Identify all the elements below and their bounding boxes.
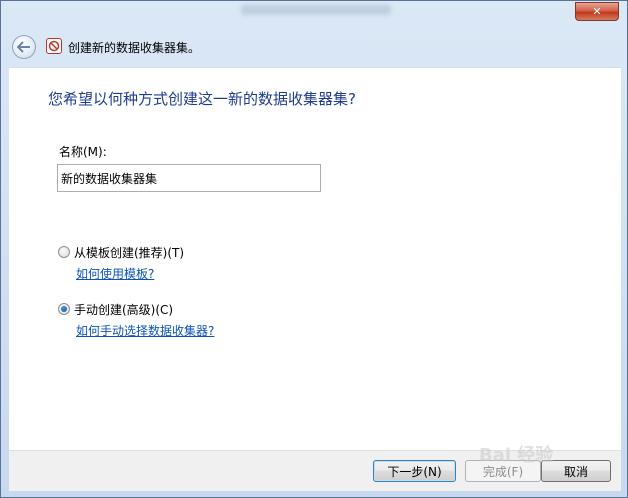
template-radio-label[interactable]: 从模板创建(推荐)(T) [74, 244, 184, 261]
next-button[interactable]: 下一步(N) [373, 460, 456, 482]
name-input[interactable] [57, 164, 321, 192]
manual-radio[interactable] [58, 303, 70, 315]
footer-bar: 下一步(N) 完成(F) 取消 [9, 450, 621, 491]
template-radio[interactable] [58, 246, 70, 258]
content-panel: 您希望以何种方式创建这一新的数据收集器集? 名称(M): 从模板创建(推荐)(T… [9, 67, 621, 450]
no-entry-icon [46, 38, 62, 54]
manual-help-link[interactable]: 如何手动选择数据收集器? [76, 322, 214, 339]
close-button[interactable]: ✕ [575, 2, 619, 21]
dialog-window: ✕ 创建新的数据收集器集。 您希望以何种方式创建这一新的数据收集器集? 名称(M… [0, 0, 628, 498]
name-label: 名称(M): [59, 145, 107, 159]
page-heading: 您希望以何种方式创建这一新的数据收集器集? [48, 90, 356, 108]
finish-button[interactable]: 完成(F) [465, 460, 541, 482]
manual-radio-label[interactable]: 手动创建(高级)(C) [74, 301, 173, 318]
back-button[interactable] [12, 35, 36, 59]
template-help-link[interactable]: 如何使用模板? [76, 265, 154, 282]
back-arrow-icon [17, 41, 30, 53]
window-title [241, 5, 391, 15]
nav-bar: 创建新的数据收集器集。 [2, 25, 628, 67]
dialog-title: 创建新的数据收集器集。 [68, 41, 201, 55]
cancel-button[interactable]: 取消 [541, 460, 611, 482]
close-icon: ✕ [592, 5, 602, 18]
